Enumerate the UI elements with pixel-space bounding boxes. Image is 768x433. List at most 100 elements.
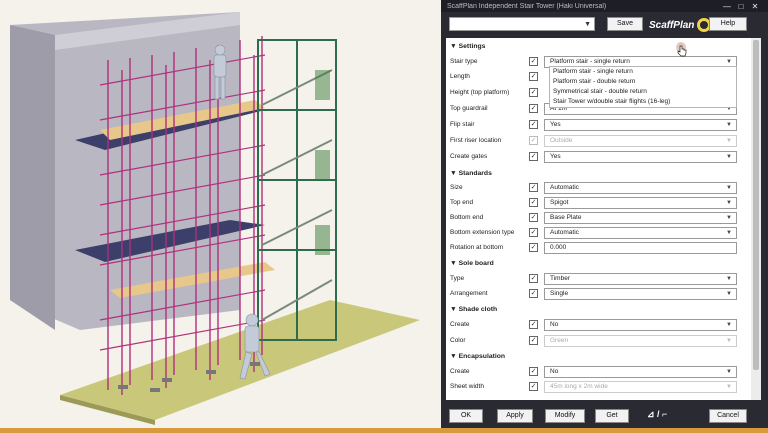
- section-sole-board[interactable]: ▼ Sole board: [446, 257, 751, 270]
- row-encap-create: Create ✓ No ▼: [446, 365, 751, 379]
- chevron-down-icon: ▼: [726, 185, 732, 191]
- stair-type-dropdown-list: Platform stair - single return Platform …: [549, 66, 737, 108]
- shade-color-select[interactable]: Green ▼: [544, 335, 737, 347]
- panel-scrollbar[interactable]: [751, 38, 761, 400]
- size-checkbox[interactable]: ✓: [529, 183, 538, 192]
- chevron-down-icon: ▼: [726, 230, 732, 236]
- create-gates-select[interactable]: Yes ▼: [544, 151, 737, 163]
- section-shade-cloth[interactable]: ▼ Shade cloth: [446, 303, 751, 316]
- flip-stair-select[interactable]: Yes ▼: [544, 119, 737, 131]
- row-size: Size ✓ Automatic ▼: [446, 181, 751, 195]
- section-settings[interactable]: ▼ Settings: [446, 40, 751, 53]
- stair-type-label: Stair type: [450, 58, 478, 65]
- save-button[interactable]: Save: [607, 17, 643, 31]
- flip-icon[interactable]: ⊿ / ⌐: [647, 409, 667, 420]
- sheet-width-select[interactable]: 45m long x 2m wide ▼: [544, 381, 737, 393]
- height-checkbox[interactable]: ✓: [529, 88, 538, 97]
- row-sole-type: Type ✓ Timber ▼: [446, 272, 751, 286]
- sheet-width-label: Sheet width: [450, 383, 484, 390]
- create-gates-label: Create gates: [450, 153, 488, 160]
- wall-side: [10, 25, 55, 330]
- top-end-checkbox[interactable]: ✓: [529, 198, 538, 207]
- section-encapsulation[interactable]: ▼ Encapsulation: [446, 350, 751, 363]
- close-icon[interactable]: ✕: [748, 2, 762, 11]
- dropdown-option[interactable]: Symmetrical stair - double return: [550, 87, 736, 97]
- bottom-end-label: Bottom end: [450, 214, 484, 221]
- model-viewport[interactable]: [0, 0, 441, 433]
- top-end-label: Top end: [450, 199, 474, 206]
- chevron-down-icon: ▼: [726, 154, 732, 160]
- help-button[interactable]: Help: [709, 17, 747, 31]
- taskbar-strip: [0, 428, 768, 433]
- row-rotation: Rotation at bottom ✓ 0.000: [446, 241, 751, 255]
- first-riser-select[interactable]: Outside ▼: [544, 135, 737, 147]
- chevron-down-icon: ▼: [584, 21, 591, 28]
- rotation-input[interactable]: 0.000: [544, 242, 737, 254]
- rotation-label: Rotation at bottom: [450, 244, 504, 251]
- sole-type-checkbox[interactable]: ✓: [529, 274, 538, 283]
- shade-create-select[interactable]: No ▼: [544, 319, 737, 331]
- shade-color-value: Green: [550, 337, 569, 344]
- scrollbar-thumb[interactable]: [753, 40, 759, 370]
- rotation-value: 0.000: [550, 244, 567, 251]
- size-select[interactable]: Automatic ▼: [544, 182, 737, 194]
- flip-stair-value: Yes: [550, 121, 561, 128]
- modify-button[interactable]: Modify: [545, 409, 585, 423]
- row-sheet-width: Sheet width ✓ 45m long x 2m wide ▼: [446, 380, 751, 394]
- length-checkbox[interactable]: ✓: [529, 72, 538, 81]
- shade-color-checkbox[interactable]: ✓: [529, 336, 538, 345]
- dropdown-option[interactable]: Platform stair - double return: [550, 77, 736, 87]
- arrangement-select[interactable]: Single ▼: [544, 288, 737, 300]
- arrangement-checkbox[interactable]: ✓: [529, 289, 538, 298]
- row-shade-color: Color ✓ Green ▼: [446, 334, 751, 348]
- chevron-down-icon: ▼: [726, 276, 732, 282]
- toolbar: ▼ Save ScaffPlan Help: [441, 14, 768, 36]
- sole-type-value: Timber: [550, 275, 570, 282]
- rotation-checkbox[interactable]: ✓: [529, 243, 538, 252]
- dropdown-option[interactable]: Stair Tower w/double stair flights (16-l…: [550, 97, 736, 107]
- encap-create-checkbox[interactable]: ✓: [529, 367, 538, 376]
- shade-color-label: Color: [450, 337, 466, 344]
- chevron-down-icon: ▼: [726, 122, 732, 128]
- flip-stair-checkbox[interactable]: ✓: [529, 120, 538, 129]
- apply-button[interactable]: Apply: [497, 409, 533, 423]
- stair-type-checkbox[interactable]: ✓: [529, 57, 538, 66]
- sole-type-select[interactable]: Timber ▼: [544, 273, 737, 285]
- chevron-down-icon: ▼: [726, 369, 732, 375]
- shade-create-checkbox[interactable]: ✓: [529, 320, 538, 329]
- dialog-footer: OK Apply Modify Get ⊿ / ⌐ Cancel: [441, 404, 768, 428]
- logo-text: ScaffPlan: [649, 19, 695, 31]
- row-top-end: Top end ✓ Spigot ▼: [446, 196, 751, 210]
- preset-combo[interactable]: ▼: [449, 17, 595, 31]
- get-button[interactable]: Get: [595, 409, 629, 423]
- first-riser-label: First riser location: [450, 137, 502, 144]
- row-bottom-end: Bottom end ✓ Base Plate ▼: [446, 211, 751, 225]
- top-end-select[interactable]: Spigot ▼: [544, 197, 737, 209]
- create-gates-checkbox[interactable]: ✓: [529, 152, 538, 161]
- chevron-down-icon: ▼: [726, 291, 732, 297]
- ok-button[interactable]: OK: [449, 409, 483, 423]
- section-standards[interactable]: ▼ Standards: [446, 167, 751, 180]
- top-guardrail-checkbox[interactable]: ✓: [529, 104, 538, 113]
- scaffold-3d-model: [10, 12, 420, 425]
- shade-create-value: No: [550, 321, 559, 328]
- cancel-button[interactable]: Cancel: [709, 409, 747, 423]
- row-create-gates: Create gates ✓ Yes ▼: [446, 150, 751, 164]
- first-riser-checkbox[interactable]: ✓: [529, 136, 538, 145]
- title-bar: ScaffPlan Independent Stair Tower (Haki …: [441, 0, 768, 12]
- settings-panel[interactable]: ▼ Settings Stair type ✓ Platform stair -…: [446, 38, 751, 400]
- chevron-down-icon: ▼: [726, 200, 732, 206]
- sheet-width-checkbox[interactable]: ✓: [529, 382, 538, 391]
- bottom-end-checkbox[interactable]: ✓: [529, 213, 538, 222]
- minimize-icon[interactable]: —: [720, 2, 734, 11]
- row-bottom-ext: Bottom extension type ✓ Automatic ▼: [446, 226, 751, 240]
- row-arrangement: Arrangement ✓ Single ▼: [446, 287, 751, 301]
- bottom-end-select[interactable]: Base Plate ▼: [544, 212, 737, 224]
- dropdown-option[interactable]: Platform stair - single return: [550, 67, 736, 77]
- bottom-ext-select[interactable]: Automatic ▼: [544, 227, 737, 239]
- bottom-ext-value: Automatic: [550, 229, 579, 236]
- bottom-ext-checkbox[interactable]: ✓: [529, 228, 538, 237]
- encap-create-select[interactable]: No ▼: [544, 366, 737, 378]
- shade-create-label: Create: [450, 321, 470, 328]
- maximize-icon[interactable]: □: [734, 2, 748, 11]
